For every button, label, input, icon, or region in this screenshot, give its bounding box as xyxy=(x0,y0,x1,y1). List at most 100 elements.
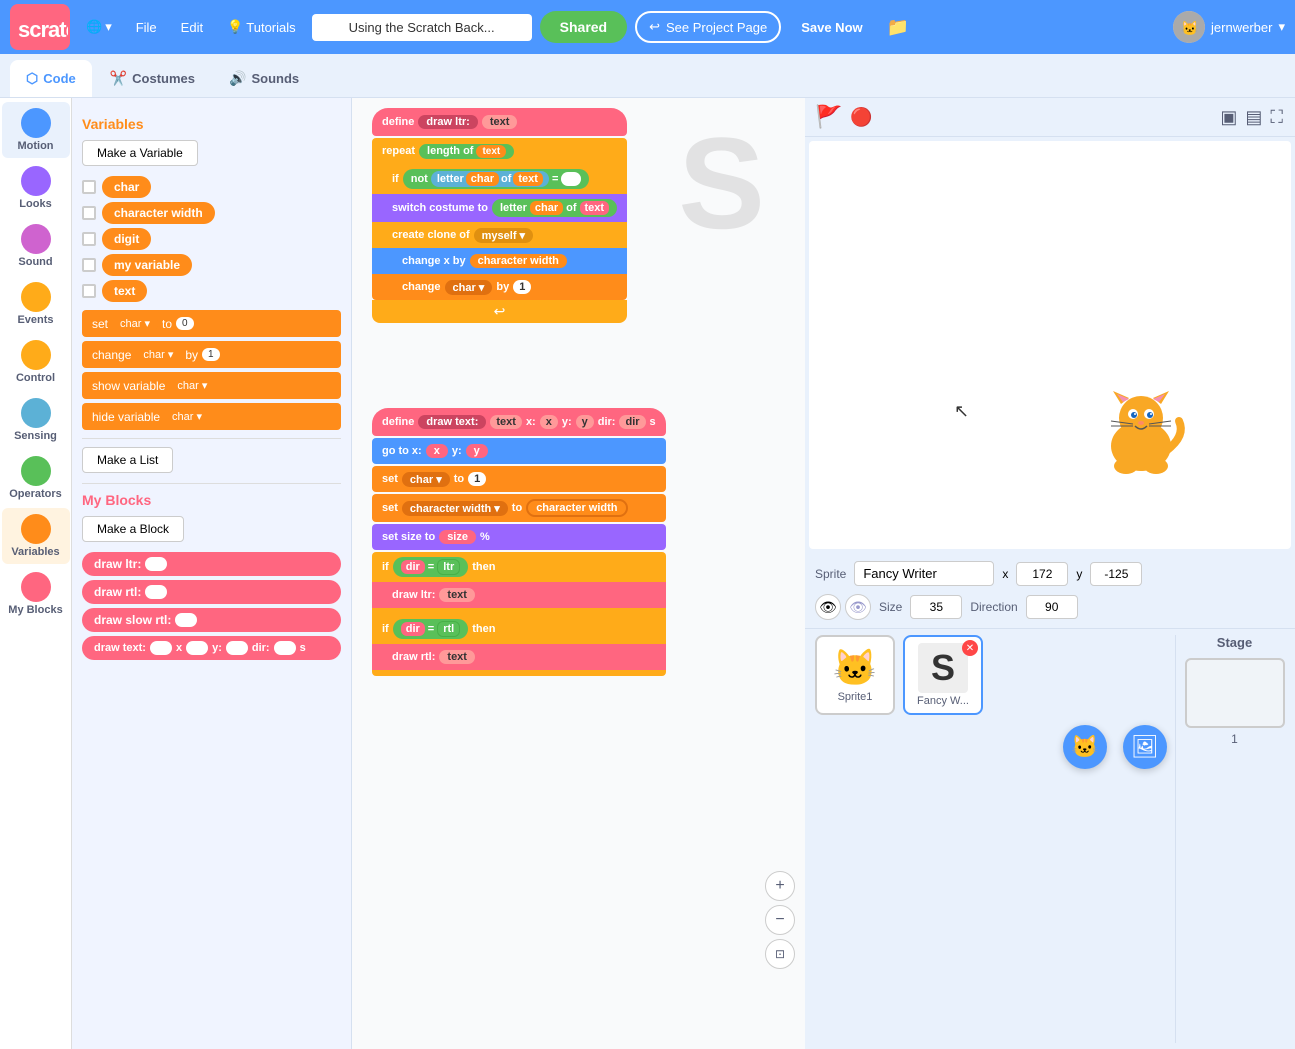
change-char-var[interactable]: char ▾ xyxy=(135,346,181,363)
nav-globe[interactable]: 🌐 ▾ xyxy=(78,15,120,39)
size-input[interactable] xyxy=(910,595,962,619)
go-to-xy-block[interactable]: go to x: x y: y xyxy=(372,438,666,464)
fancy-sprite-delete[interactable]: ✕ xyxy=(962,640,978,656)
draw-rtl-block[interactable]: draw rtl: xyxy=(82,580,341,604)
hide-variable-block[interactable]: hide variable char ▾ xyxy=(82,403,341,430)
charwidth-block[interactable]: character width xyxy=(102,202,215,224)
category-looks[interactable]: Looks xyxy=(2,160,70,216)
fullscreen-btn[interactable]: ⛶ xyxy=(1268,105,1285,130)
define-draw-text-block[interactable]: define draw text: text x: x y: y dir: di… xyxy=(372,408,666,436)
shared-button[interactable]: Shared xyxy=(540,11,627,43)
hide-var-name[interactable]: char ▾ xyxy=(164,408,210,425)
make-list-btn[interactable]: Make a List xyxy=(82,447,173,473)
user-menu[interactable]: 🐱 jernwerber ▾ xyxy=(1173,11,1285,43)
charwidth-checkbox[interactable] xyxy=(82,206,96,220)
digit-block[interactable]: digit xyxy=(102,228,151,250)
direction-input[interactable] xyxy=(1026,595,1078,619)
define-draw-ltr-block[interactable]: define draw ltr: text xyxy=(372,108,627,136)
zoom-out-btn[interactable]: − xyxy=(765,905,795,935)
zoom-in-btn[interactable]: + xyxy=(765,871,795,901)
change-char-block2[interactable]: change char ▾ by 1 xyxy=(372,274,627,300)
add-backdrop-btn[interactable]: 🖼 xyxy=(1123,725,1167,769)
set-char-to-1-block[interactable]: set char ▾ to 1 xyxy=(372,466,666,492)
blocks-panel: Variables Make a Variable char character… xyxy=(72,98,352,1049)
digit-checkbox[interactable] xyxy=(82,232,96,246)
show-variable-block[interactable]: show variable char ▾ xyxy=(82,372,341,399)
category-myblocks[interactable]: My Blocks xyxy=(2,566,70,622)
folder-icon[interactable]: 📁 xyxy=(883,13,913,42)
code-canvas[interactable]: S define draw ltr: text repeat length of… xyxy=(352,98,805,1049)
stage-thumb[interactable] xyxy=(1185,658,1285,728)
sprite-name-input[interactable] xyxy=(854,561,994,586)
category-control[interactable]: Control xyxy=(2,334,70,390)
top-nav: scratch 🌐 ▾ File Edit 💡 Tutorials Shared… xyxy=(0,0,1295,54)
see-project-btn[interactable]: ↩ See Project Page xyxy=(635,11,781,43)
tab-sounds[interactable]: 🔊 Sounds xyxy=(213,60,315,97)
create-clone-block[interactable]: create clone of myself ▾ xyxy=(372,222,627,248)
zoom-reset-btn[interactable]: ⊡ xyxy=(765,939,795,969)
tutorials-btn[interactable]: 💡 Tutorials xyxy=(219,15,304,39)
stop-btn[interactable]: 🔴 xyxy=(850,107,872,128)
project-name-input[interactable] xyxy=(312,14,532,41)
text-block[interactable]: text xyxy=(102,280,147,302)
if-dir-ltr-block[interactable]: if dir = ltr then xyxy=(372,552,666,582)
sprite-thumb-fancy[interactable]: ✕ S Fancy W... xyxy=(903,635,983,715)
large-stage-btn[interactable]: ▤ xyxy=(1243,105,1264,130)
category-operators[interactable]: Operators xyxy=(2,450,70,506)
show-var-name[interactable]: char ▾ xyxy=(169,377,215,394)
small-stage-btn[interactable]: ▣ xyxy=(1218,105,1239,130)
tab-costumes[interactable]: ✂️ Costumes xyxy=(94,60,211,97)
edit-menu[interactable]: Edit xyxy=(173,16,211,39)
y-coord-input[interactable] xyxy=(1090,562,1142,586)
change-by-value[interactable]: 1 xyxy=(202,348,220,361)
set-size-block[interactable]: set size to size % xyxy=(372,524,666,550)
file-menu[interactable]: File xyxy=(128,16,165,39)
set-char-var[interactable]: char ▾ xyxy=(112,315,158,332)
draw-slow-rtl-block[interactable]: draw slow rtl: xyxy=(82,608,341,632)
variables-title: Variables xyxy=(82,116,341,132)
set-to-value[interactable]: 0 xyxy=(176,317,194,330)
sprite-visibility-icons: 👁 👁 xyxy=(815,594,871,620)
category-sensing[interactable]: Sensing xyxy=(2,392,70,448)
change-x-block[interactable]: change x by character width xyxy=(372,248,627,274)
category-events[interactable]: Events xyxy=(2,276,70,332)
switch-costume-block[interactable]: switch costume to letter char of text xyxy=(372,194,627,222)
code-tab-icon: ⬡ xyxy=(26,70,38,87)
control-label: Control xyxy=(16,372,55,384)
sprite-thumb-sprite1[interactable]: 🐱 Sprite1 xyxy=(815,635,895,715)
change-by-label: by xyxy=(185,348,198,362)
make-variable-btn[interactable]: Make a Variable xyxy=(82,140,198,166)
category-sound[interactable]: Sound xyxy=(2,218,70,274)
draw-text-block[interactable]: draw text: x y: dir: s xyxy=(82,636,341,660)
tab-code[interactable]: ⬡ Code xyxy=(10,60,92,97)
change-char-block[interactable]: change char ▾ by 1 xyxy=(82,341,341,368)
myvar-checkbox[interactable] xyxy=(82,258,96,272)
repeat-block[interactable]: repeat length of text xyxy=(372,138,627,164)
category-variables[interactable]: Variables xyxy=(2,508,70,564)
x-coord-input[interactable] xyxy=(1016,562,1068,586)
char-block[interactable]: char xyxy=(102,176,151,198)
char-checkbox[interactable] xyxy=(82,180,96,194)
myvar-block[interactable]: my variable xyxy=(102,254,192,276)
s-label: s xyxy=(300,642,306,654)
costumes-tab-label: Costumes xyxy=(132,71,195,86)
make-block-btn[interactable]: Make a Block xyxy=(82,516,184,542)
hide-sprite-btn[interactable]: 👁 xyxy=(845,594,871,620)
draw-ltr-block[interactable]: draw ltr: xyxy=(82,552,341,576)
show-sprite-btn[interactable]: 👁 xyxy=(815,594,841,620)
if-dir-rtl-block[interactable]: if dir = rtl then xyxy=(372,614,666,644)
set-label: set xyxy=(92,317,108,331)
x-coord-label: x xyxy=(1002,567,1008,581)
if-not-block[interactable]: if not letter char of text = xyxy=(372,164,627,194)
draw-rtl-inner-block[interactable]: draw rtl: text xyxy=(372,644,666,670)
category-motion[interactable]: Motion xyxy=(2,102,70,158)
save-now-btn[interactable]: Save Now xyxy=(789,14,874,41)
draw-ltr-inner-block[interactable]: draw ltr: text xyxy=(372,582,666,608)
text-checkbox[interactable] xyxy=(82,284,96,298)
scratch-logo[interactable]: scratch xyxy=(10,4,70,50)
green-flag-btn[interactable]: 🚩 xyxy=(815,104,842,130)
bulb-icon: 💡 xyxy=(227,19,243,35)
set-char-block[interactable]: set char ▾ to 0 xyxy=(82,310,341,337)
set-charwidth-block[interactable]: set character width ▾ to character width xyxy=(372,494,666,522)
add-sprite-btn[interactable]: 🐱 xyxy=(1063,725,1107,769)
